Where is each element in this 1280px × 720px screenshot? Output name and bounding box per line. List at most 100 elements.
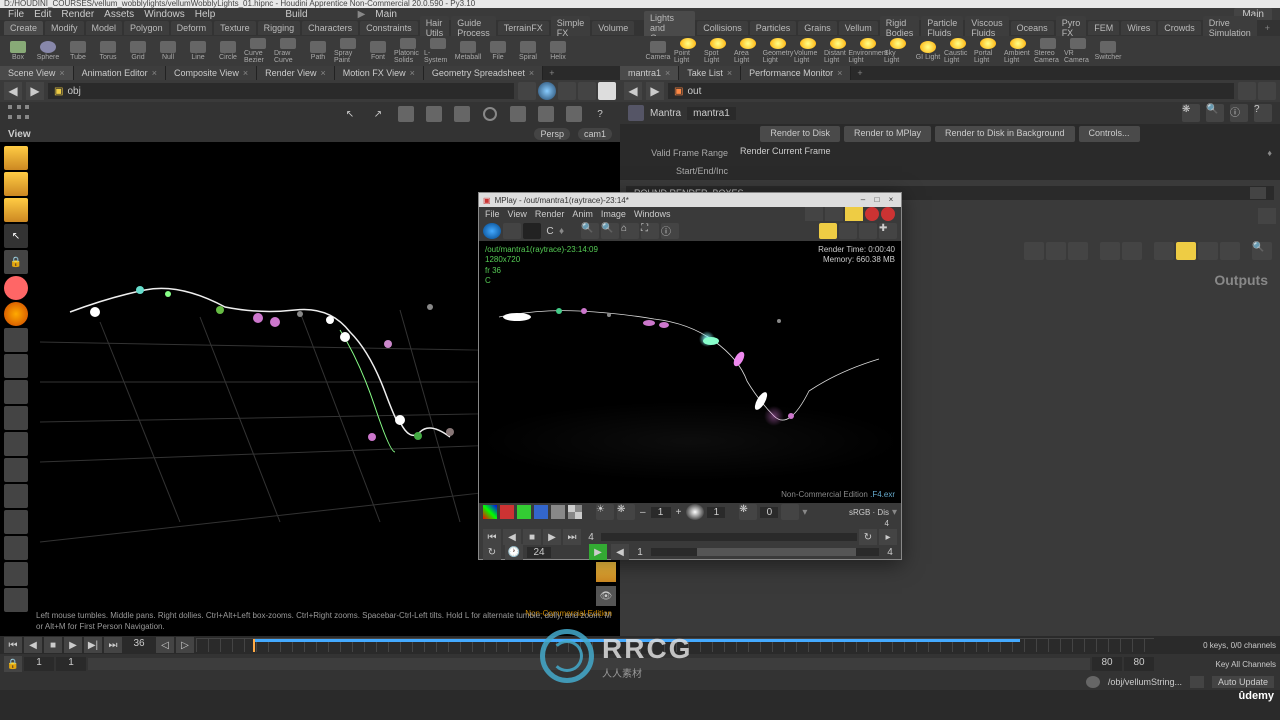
tool-grid[interactable]: Grid bbox=[124, 38, 152, 64]
colorspace-label[interactable]: sRGB · Dis bbox=[849, 508, 889, 517]
tool-spot-light[interactable]: Spot Light bbox=[704, 38, 732, 64]
tool-tube[interactable]: Tube bbox=[64, 38, 92, 64]
parm-dropdown[interactable]: Render Current Frame bbox=[736, 146, 1259, 160]
nav-path-field[interactable]: ▣obj bbox=[48, 83, 514, 99]
tool-sphere[interactable]: Sphere bbox=[34, 38, 62, 64]
tool-area-light[interactable]: Area Light bbox=[734, 38, 762, 64]
menu-icon[interactable]: ▸ bbox=[879, 529, 897, 545]
shelf-tab[interactable]: Vellum bbox=[839, 21, 878, 35]
shelf-tab[interactable]: Particles bbox=[750, 21, 797, 35]
tool-metaball[interactable]: Metaball bbox=[454, 38, 482, 64]
render-mplay-button[interactable]: Render to MPlay bbox=[844, 126, 931, 142]
tool-spray-paint[interactable]: Spray Paint bbox=[334, 38, 362, 64]
mplay-titlebar[interactable]: ▣ MPlay - /out/mantra1(raytrace)-23:14* … bbox=[479, 193, 901, 207]
pin-icon[interactable] bbox=[1238, 82, 1256, 100]
exposure-icon[interactable]: ❋ bbox=[739, 504, 757, 520]
prev-frame-icon[interactable]: ◀ bbox=[24, 637, 42, 653]
channels-icon[interactable] bbox=[483, 223, 501, 239]
shelf-tab[interactable]: Model bbox=[86, 21, 123, 35]
compare-icon[interactable] bbox=[825, 207, 843, 221]
range-out-icon[interactable]: ◀ bbox=[611, 544, 629, 560]
search-icon[interactable]: 🔍 bbox=[1252, 242, 1272, 260]
shelf-tab[interactable]: Grains bbox=[798, 21, 837, 35]
shelf-tab[interactable]: Collisions bbox=[697, 21, 748, 35]
gamma-icon[interactable]: ❋ bbox=[617, 504, 635, 520]
pane-tab[interactable]: Take List× bbox=[679, 66, 741, 80]
grid-icon[interactable] bbox=[1100, 242, 1120, 260]
tool-platonic[interactable]: Platonic Solids bbox=[394, 38, 422, 64]
clock-icon[interactable]: 🕐 bbox=[505, 544, 523, 560]
add-tab-icon[interactable]: + bbox=[851, 68, 868, 78]
last-frame-icon[interactable]: ⏭ bbox=[563, 529, 581, 545]
pane-tab[interactable]: Render View× bbox=[257, 66, 335, 80]
shelf-tab[interactable]: Constraints bbox=[360, 21, 418, 35]
channels-label[interactable]: Key All Channels bbox=[1156, 660, 1276, 669]
shelf-tab[interactable]: Rigging bbox=[258, 21, 301, 35]
layout-icon[interactable] bbox=[8, 105, 32, 123]
pin-icon[interactable] bbox=[518, 82, 536, 100]
eye-icon[interactable]: 👁 bbox=[596, 586, 616, 606]
tool-curve-bezier[interactable]: Curve Bezier bbox=[244, 38, 272, 64]
layers-icon[interactable] bbox=[503, 223, 521, 239]
image-icon[interactable] bbox=[1198, 242, 1218, 260]
nav-path-field[interactable]: ▣out bbox=[668, 83, 1234, 99]
rgb-icon[interactable] bbox=[483, 505, 497, 519]
contrast-field[interactable]: 1 bbox=[707, 507, 725, 518]
prev-icon[interactable]: ◀ bbox=[503, 529, 521, 545]
green-swatch[interactable] bbox=[517, 505, 531, 519]
shelf-tab-create[interactable]: Create bbox=[4, 21, 43, 35]
range-slider[interactable] bbox=[651, 548, 879, 556]
first-frame-icon[interactable]: ⏮ bbox=[4, 637, 22, 653]
menu-icon[interactable] bbox=[1258, 82, 1276, 100]
tool-portal-light[interactable]: Portal Light bbox=[974, 38, 1002, 64]
realtime-icon[interactable]: ↻ bbox=[483, 544, 501, 560]
mplay-menu-anim[interactable]: Anim bbox=[572, 209, 593, 219]
tool-file[interactable]: File bbox=[484, 38, 512, 64]
main-take-label[interactable]: Main bbox=[375, 9, 397, 20]
pane-tab-mantra[interactable]: mantra1× bbox=[620, 66, 679, 80]
nav-back-icon[interactable]: ◀ bbox=[4, 82, 22, 100]
nav-back-icon[interactable]: ◀ bbox=[624, 82, 642, 100]
shelf-tab[interactable]: Wires bbox=[1121, 21, 1156, 35]
select-tool-icon[interactable]: ↗ bbox=[366, 104, 390, 124]
handle-tool-icon[interactable] bbox=[394, 104, 418, 124]
pane-tab-scene-view[interactable]: Scene View× bbox=[0, 66, 74, 80]
display-mode-icon[interactable] bbox=[596, 562, 616, 582]
wire-icon[interactable] bbox=[558, 82, 576, 100]
menu-help[interactable]: Help bbox=[195, 9, 216, 20]
tool-gi-light[interactable]: GI Light bbox=[914, 38, 942, 64]
lut-icon[interactable] bbox=[781, 504, 799, 520]
range-out-field[interactable]: 80 bbox=[1092, 657, 1122, 671]
alpha-swatch[interactable] bbox=[551, 505, 565, 519]
mplay-menu-render[interactable]: Render bbox=[535, 209, 565, 219]
nav-fwd-icon[interactable]: ▶ bbox=[26, 82, 44, 100]
mplay-menu-windows[interactable]: Windows bbox=[634, 209, 671, 219]
pane-tab[interactable]: Geometry Spreadsheet× bbox=[424, 66, 543, 80]
refresh-icon[interactable] bbox=[1190, 676, 1204, 688]
tool-spiral[interactable]: Spiral bbox=[514, 38, 542, 64]
range-start-field[interactable]: 1 bbox=[24, 657, 54, 671]
close-icon[interactable]: × bbox=[243, 68, 248, 78]
gamma-field[interactable]: 1 bbox=[651, 507, 671, 518]
range-in-field[interactable]: 1 bbox=[56, 657, 86, 671]
info-icon[interactable]: ⓘ bbox=[661, 223, 679, 239]
align-icon[interactable] bbox=[1068, 242, 1088, 260]
layout-grid-icon[interactable] bbox=[839, 223, 857, 239]
menu-edit[interactable]: Edit bbox=[34, 9, 51, 20]
tool-path[interactable]: Path bbox=[304, 38, 332, 64]
tool-vr-camera[interactable]: VR Camera bbox=[1064, 38, 1092, 64]
zoom-in-icon[interactable]: 🔍 bbox=[581, 223, 599, 239]
range-end-field[interactable]: 80 bbox=[1124, 657, 1154, 671]
tool-circle[interactable]: Circle bbox=[214, 38, 242, 64]
mplay-viewport[interactable]: /out/mantra1(raytrace)-23:14:09 1280x720… bbox=[479, 241, 901, 503]
camera-selector[interactable]: cam1 bbox=[578, 128, 612, 140]
zoom-out-icon[interactable]: 🔍 bbox=[601, 223, 619, 239]
menu-render[interactable]: Render bbox=[61, 9, 94, 20]
bookmark-icon[interactable] bbox=[1154, 242, 1174, 260]
shelf-add-icon[interactable]: + bbox=[1259, 23, 1276, 33]
cursor-tool-icon[interactable]: ↖ bbox=[338, 104, 362, 124]
controls-button[interactable]: Controls... bbox=[1079, 126, 1140, 142]
record-icon[interactable] bbox=[865, 207, 879, 221]
render-bg-button[interactable]: Render to Disk in Background bbox=[935, 126, 1075, 142]
smooth-icon[interactable] bbox=[598, 82, 616, 100]
